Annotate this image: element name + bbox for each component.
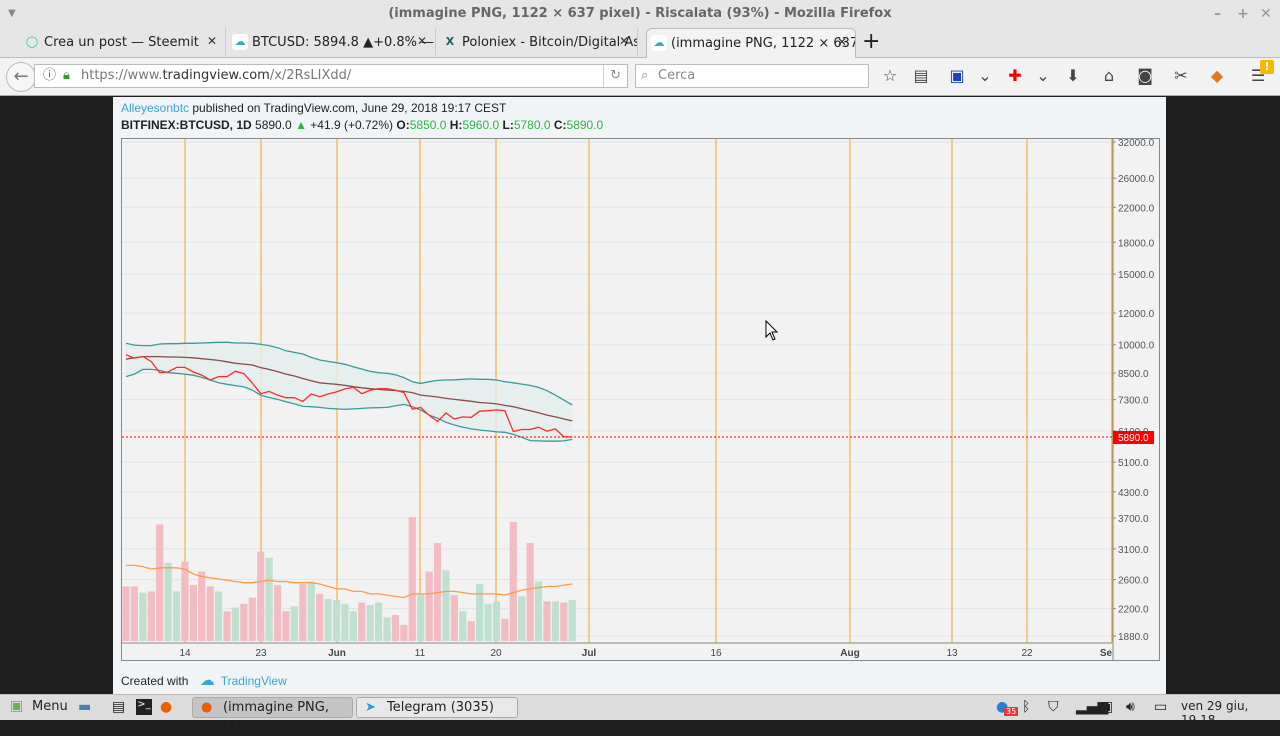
notification-badge: 35 bbox=[1004, 707, 1019, 716]
up-arrow-icon: ▲ bbox=[295, 118, 307, 132]
home-icon[interactable]: ⌂ bbox=[1099, 66, 1119, 85]
close-label: C: bbox=[553, 118, 567, 132]
last-price: 5890.0 bbox=[255, 118, 292, 132]
clock[interactable]: ven 29 giu, 19.18 bbox=[1181, 699, 1280, 727]
tab-label: Poloniex - Bitcoin/Digital As bbox=[462, 34, 638, 50]
pocket-icon[interactable]: ◙ bbox=[1135, 66, 1155, 85]
metamask-fox-icon[interactable]: ◆ bbox=[1207, 66, 1227, 85]
firefox-icon[interactable]: ● bbox=[160, 699, 172, 715]
high-value: 5960.0 bbox=[462, 118, 500, 132]
url-prefix: https://www. bbox=[81, 68, 163, 83]
symbol-info: BITFINEX:BTCUSD, 1D 5890.0 ▲ +41.9 (+0.7… bbox=[121, 118, 603, 132]
show-desktop-icon[interactable]: ▬ bbox=[78, 699, 91, 715]
tab-label: Crea un post — Steemit bbox=[44, 34, 199, 50]
task-firefox[interactable]: ● (immagine PNG, 11... bbox=[192, 697, 353, 734]
close-tab-icon[interactable]: ✕ bbox=[207, 34, 217, 48]
minimize-button[interactable]: – bbox=[1214, 0, 1221, 28]
reading-list-icon[interactable]: ▤ bbox=[911, 66, 931, 85]
price-change: +41.9 (+0.72%) bbox=[310, 118, 394, 132]
search-icon: ⌕ bbox=[641, 68, 649, 83]
open-label: O: bbox=[396, 118, 410, 132]
footer: Created with ☁ TradingView bbox=[121, 671, 287, 689]
navigation-toolbar: ← ⓘ 🔒︎ https://www.tradingview.com/x/2Rs… bbox=[0, 58, 1280, 96]
mint-menu-icon[interactable]: ▣ bbox=[10, 698, 23, 714]
tradingview-link[interactable]: TradingView bbox=[221, 674, 287, 688]
bluetooth-icon[interactable]: ᛒ bbox=[1022, 699, 1030, 715]
steemit-icon: ◯ bbox=[25, 35, 39, 48]
battery-icon[interactable]: ▭ bbox=[1154, 699, 1167, 715]
open-value: 5850.0 bbox=[409, 118, 447, 132]
publish-info: Alleyesonbtc published on TradingView.co… bbox=[121, 101, 506, 115]
close-value: 5890.0 bbox=[566, 118, 604, 132]
new-tab-button[interactable]: + bbox=[862, 28, 880, 56]
chevron-down-icon[interactable]: ⌄ bbox=[1033, 66, 1053, 85]
tab-label: (immagine PNG, 1122 × 637 bbox=[671, 36, 856, 51]
file-manager-icon[interactable]: ▤ bbox=[112, 699, 125, 715]
url-path: /x/2RsLIXdd/ bbox=[269, 68, 352, 83]
telegram-icon: ➤ bbox=[365, 700, 376, 715]
maximize-button[interactable]: + bbox=[1237, 0, 1249, 28]
author-link[interactable]: Alleyesonbtc bbox=[121, 101, 189, 115]
task-label: Telegram (3035) bbox=[387, 700, 494, 715]
task-label: (immagine PNG, 11... bbox=[223, 700, 329, 734]
tab-poloniex[interactable]: X Poloniex - Bitcoin/Digital As ✕ bbox=[438, 28, 638, 56]
chevron-down-icon[interactable]: ⌄ bbox=[975, 66, 995, 85]
save-icon[interactable]: ▣ bbox=[947, 66, 967, 85]
tab-steemit[interactable]: ◯ Crea un post — Steemit ✕ bbox=[20, 28, 226, 56]
low-label: L: bbox=[502, 118, 514, 132]
extension-icon[interactable]: ✂ bbox=[1171, 66, 1191, 85]
terminal-icon[interactable]: >_ bbox=[136, 699, 152, 715]
reload-icon[interactable]: ↻ bbox=[603, 65, 621, 87]
url-bar[interactable]: ⓘ 🔒︎ https://www.tradingview.com/x/2RsLI… bbox=[34, 64, 628, 88]
window-menu-icon[interactable]: ▼ bbox=[8, 0, 16, 28]
back-button[interactable]: ← bbox=[6, 62, 36, 92]
search-placeholder: Cerca bbox=[658, 68, 696, 83]
network-icon[interactable]: ▣ bbox=[1100, 699, 1113, 715]
search-input[interactable]: ⌕ Cerca bbox=[635, 64, 869, 88]
taskbar: ▣ Menu ▬ ▤ >_ ● ● (immagine PNG, 11... ➤… bbox=[0, 694, 1280, 734]
created-with-text: Created with bbox=[121, 674, 189, 688]
bookmark-star-icon[interactable]: ☆ bbox=[880, 66, 900, 85]
tab-image-active[interactable]: ☁ (immagine PNG, 1122 × 637 ✕ bbox=[646, 28, 856, 58]
window-title: (immagine PNG, 1122 × 637 pixel) - Risca… bbox=[388, 6, 892, 21]
high-label: H: bbox=[449, 118, 463, 132]
chart-frame bbox=[121, 138, 1160, 661]
close-window-button[interactable]: ✕ bbox=[1260, 0, 1272, 28]
firefox-icon: ● bbox=[201, 700, 213, 715]
first-aid-icon[interactable]: ✚ bbox=[1005, 66, 1025, 85]
close-tab-icon[interactable]: ✕ bbox=[619, 34, 629, 48]
menu-button[interactable]: Menu bbox=[32, 699, 68, 714]
poloniex-icon: X bbox=[445, 35, 455, 48]
low-value: 5780.0 bbox=[513, 118, 551, 132]
url-host: tradingview.com bbox=[162, 68, 270, 83]
task-telegram[interactable]: ➤ Telegram (3035) bbox=[356, 697, 518, 718]
mouse-cursor-icon bbox=[765, 320, 779, 341]
tab-btcusd[interactable]: ☁ BTCUSD: 5894.8 ▲+0.8% — ✕ bbox=[228, 28, 436, 56]
publish-text: published on TradingView.com, June 29, 2… bbox=[189, 101, 507, 115]
tradingview-icon: ☁ bbox=[651, 35, 667, 51]
volume-icon[interactable]: 🔊︎ bbox=[1126, 699, 1135, 715]
tab-label: BTCUSD: 5894.8 ▲+0.8% — bbox=[252, 34, 435, 50]
tradingview-logo-icon: ☁ bbox=[199, 672, 215, 689]
window-titlebar: ▼ (immagine PNG, 1122 × 637 pixel) - Ris… bbox=[0, 0, 1280, 28]
tradingview-icon: ☁ bbox=[232, 34, 248, 50]
download-icon[interactable]: ⬇ bbox=[1063, 66, 1083, 85]
info-icon[interactable]: ⓘ bbox=[43, 65, 56, 87]
close-tab-icon[interactable]: ✕ bbox=[417, 34, 427, 48]
tab-strip: ◯ Crea un post — Steemit ✕ ☁ BTCUSD: 589… bbox=[0, 28, 1280, 58]
close-tab-icon[interactable]: ✕ bbox=[837, 35, 847, 49]
lock-icon: 🔒︎ bbox=[63, 68, 70, 83]
update-alert-icon[interactable]: ! bbox=[1260, 60, 1274, 74]
shield-icon[interactable]: ⛉ bbox=[1048, 699, 1059, 715]
symbol: BITFINEX:BTCUSD, 1D bbox=[121, 118, 252, 132]
